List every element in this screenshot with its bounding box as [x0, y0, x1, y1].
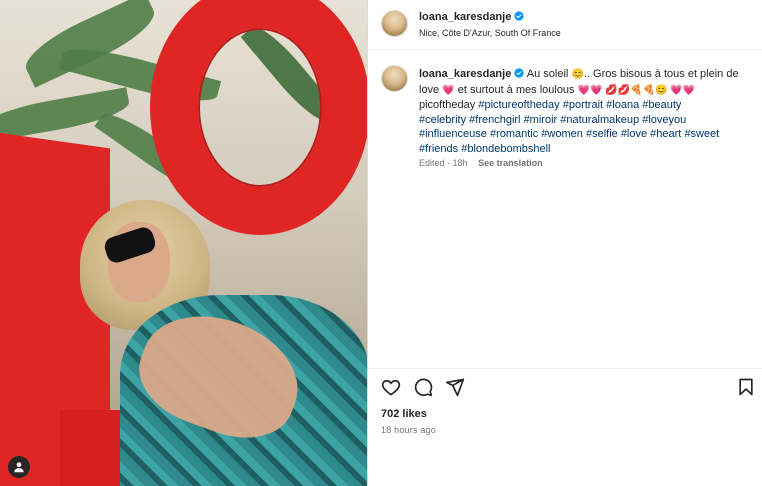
caption-emoji: 💗	[442, 84, 455, 96]
post-header: loana_karesdanje Nice, Côte D'Azur, Sout…	[368, 0, 762, 50]
hashtag-link[interactable]: #women	[541, 128, 583, 140]
caption-line1-text: Au soleil	[526, 68, 569, 80]
caption-text: loana_karesdanje Au soleil 😊.. Gros biso…	[419, 67, 759, 156]
caption-emoji: 😊	[571, 69, 584, 80]
caption-emojis: 💗💗 💋💋🍕🍕😊 💗💗	[577, 84, 696, 96]
hashtag-link[interactable]: #pictureoftheday	[478, 99, 559, 111]
hashtag-link[interactable]: #sweet	[684, 128, 719, 140]
hashtag-link[interactable]: #celebrity	[419, 114, 466, 126]
caption-line1-rest: .. Gros bisous à tous et plein de	[583, 68, 739, 80]
like-button[interactable]	[381, 377, 401, 397]
username-text[interactable]: loana_karesdanje	[419, 11, 511, 23]
hashtag-link[interactable]: #selfie	[586, 128, 618, 140]
post-photo[interactable]	[0, 0, 367, 486]
header-username[interactable]: loana_karesdanje	[419, 11, 524, 23]
see-translation-button[interactable]: See translation	[478, 158, 543, 168]
hashtag-link[interactable]: #heart	[650, 128, 681, 140]
post-location[interactable]: Nice, Côte D'Azur, South Of France	[419, 28, 561, 38]
hashtag-link[interactable]: #love	[621, 128, 647, 140]
hashtag-link[interactable]: #portrait	[563, 99, 603, 111]
user-tag-button[interactable]	[8, 456, 30, 478]
caption-meta: Edited · 18h See translation	[419, 158, 543, 168]
hashtag-link[interactable]: #influenceuse	[419, 128, 487, 140]
verified-badge-icon	[514, 11, 524, 21]
verified-badge-icon	[514, 68, 524, 78]
post-timestamp[interactable]: 18 hours ago	[381, 425, 436, 435]
edited-label: Edited · 18h	[419, 158, 468, 168]
caption-line2-pre: love	[419, 83, 440, 96]
caption-line3-plain: picoftheday	[419, 99, 476, 111]
hashtag-link[interactable]: #blondebombshell	[461, 143, 550, 155]
hashtag-link[interactable]: #naturalmakeup	[560, 114, 639, 126]
hashtag-link[interactable]: #loveyou	[642, 114, 686, 126]
caption-avatar[interactable]	[381, 65, 408, 92]
user-tag-icon	[14, 462, 24, 473]
heart-icon	[381, 379, 401, 396]
hashtag-link[interactable]: #frenchgirl	[469, 114, 520, 126]
hashtag-link[interactable]: #miroir	[524, 114, 558, 126]
save-button[interactable]	[736, 377, 756, 397]
hashtag-link[interactable]: #romantic	[490, 128, 538, 140]
post-actions-bar	[368, 368, 762, 404]
caption-username[interactable]: loana_karesdanje	[419, 68, 511, 80]
profile-avatar[interactable]	[381, 10, 408, 37]
likes-count[interactable]: 702 likes	[381, 408, 427, 420]
share-button[interactable]	[445, 377, 465, 397]
caption-line2-text: et surtout à mes loulous	[457, 83, 575, 96]
hashtag-link[interactable]: #friends	[419, 143, 458, 155]
hashtag-link[interactable]: #loana	[606, 99, 639, 111]
comment-icon	[414, 378, 433, 397]
comment-button[interactable]	[413, 377, 433, 397]
bookmark-icon	[739, 378, 753, 396]
post-details-panel: loana_karesdanje Nice, Côte D'Azur, Sout…	[367, 0, 762, 486]
share-icon	[445, 378, 465, 397]
hashtag-link[interactable]: #beauty	[642, 99, 681, 111]
